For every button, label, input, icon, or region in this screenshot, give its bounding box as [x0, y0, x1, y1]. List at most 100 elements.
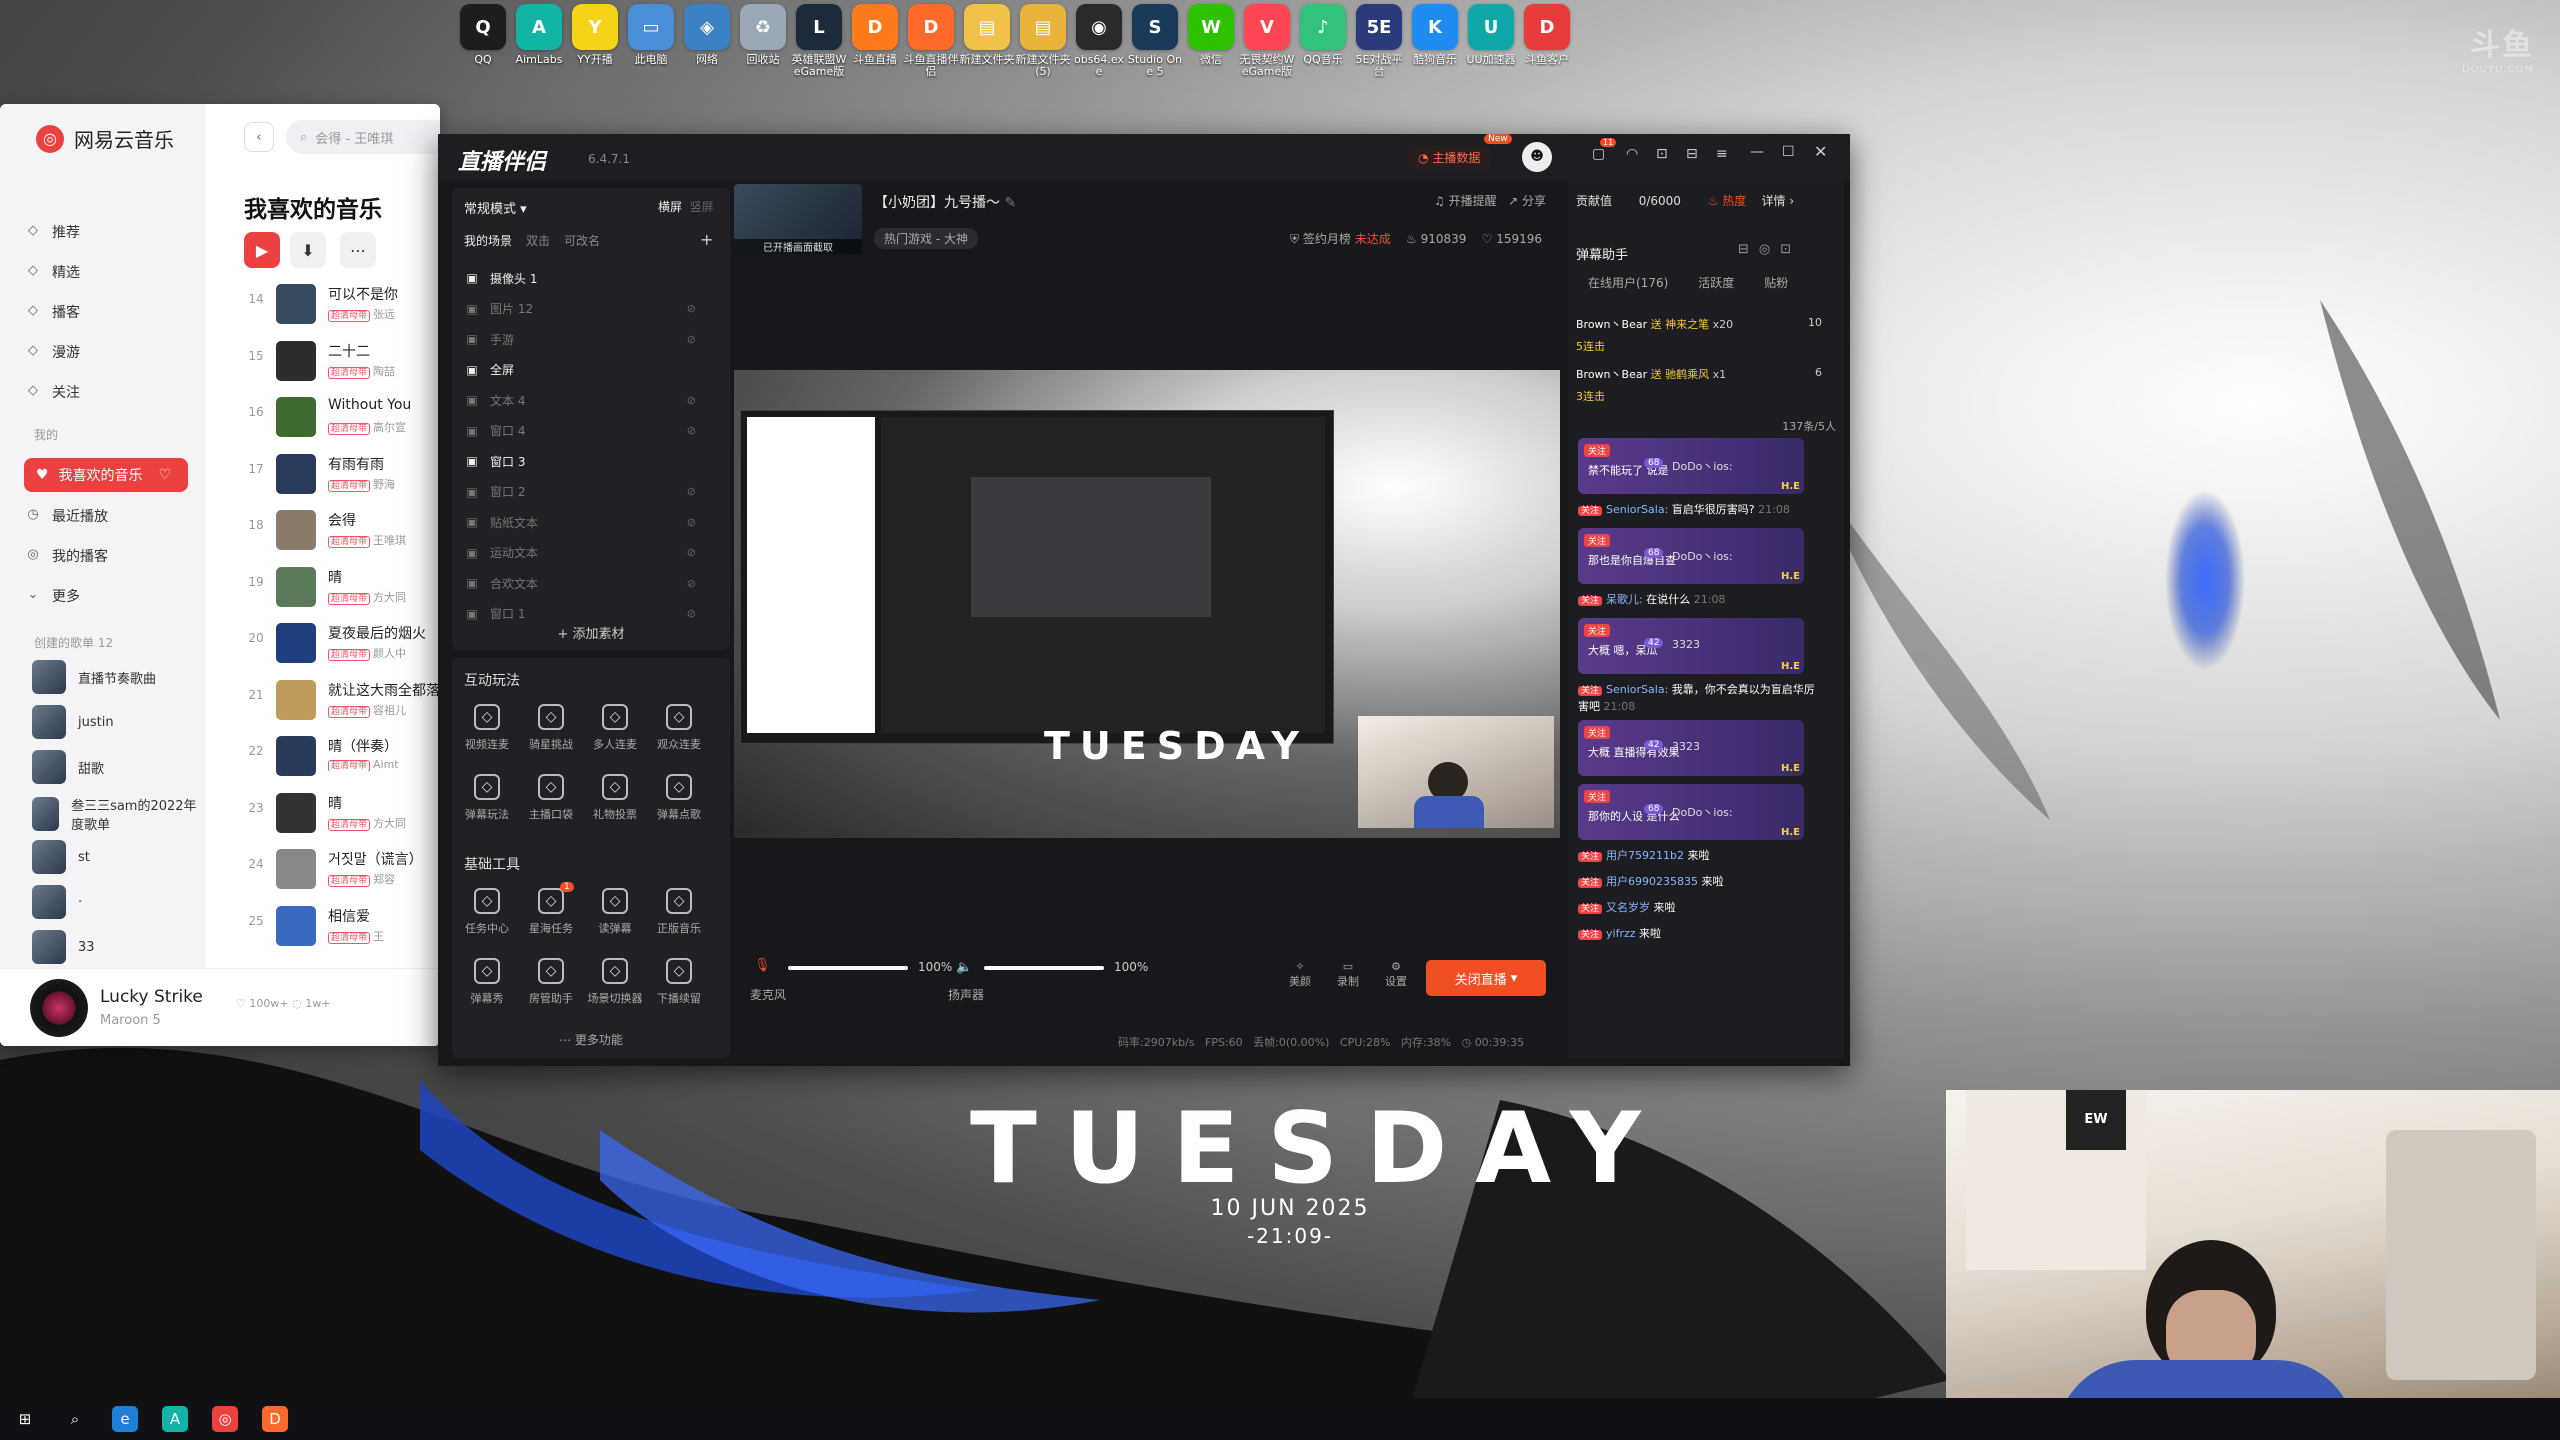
close-live-button[interactable]: 关闭直播 ▾ — [1426, 960, 1546, 996]
desktop-shortcut[interactable]: ◉ obs64.exe — [1071, 4, 1127, 78]
danmu-message[interactable]: 关注 呆歌儿: 在说什么 21:08 — [1578, 592, 1818, 609]
scene-source[interactable]: ▣ 摄像头 1 — [464, 264, 704, 292]
created-playlists-label[interactable]: 创建的歌单 12 — [34, 634, 113, 651]
desktop-shortcut[interactable]: D 斗鱼直播伴侣 — [903, 4, 959, 78]
danmu-card[interactable]: 关注 68 DoDo丶ios: 那也是你自爆自查 H.E — [1578, 528, 1804, 584]
scene-source[interactable]: ▣ 全屏 — [464, 356, 704, 384]
tool-button[interactable]: ◇ 读弹幕 — [584, 888, 646, 936]
danmu-message[interactable]: 关注 SeniorSala: 盲启华很厉害吗? 21:08 — [1578, 502, 1818, 519]
notification-icon[interactable]: ▢ — [1592, 146, 1605, 162]
desktop-shortcut[interactable]: ▤ 新建文件夹(5) — [1015, 4, 1071, 78]
scene-source[interactable]: ▣ 运动文本 ⊘ — [464, 539, 704, 567]
scene-source[interactable]: ▣ 文本 4 ⊘ — [464, 386, 704, 414]
song-row[interactable]: 24 거짓말（谎言） 超清母带 郑容 — [242, 845, 440, 895]
more-options-button[interactable]: ⋯ — [340, 232, 376, 268]
playlist-item[interactable]: 33 — [32, 930, 202, 964]
desktop-shortcut[interactable]: A AimLabs — [511, 4, 567, 78]
portrait-tab[interactable]: 竖屏 — [690, 200, 714, 214]
mode-select[interactable]: 常规模式 — [464, 202, 516, 217]
sidebar-item[interactable]: ◎ 我的播客 — [24, 546, 108, 566]
headset-icon[interactable]: ◠ — [1626, 146, 1638, 162]
desktop-shortcut[interactable]: U UU加速器 — [1463, 4, 1519, 78]
song-row[interactable]: 17 有雨有雨 超清母带 野海 — [242, 450, 440, 500]
desktop-shortcut[interactable]: S Studio One 5 — [1127, 4, 1183, 78]
eye-off-icon[interactable]: ⊘ — [687, 516, 696, 529]
scene-source[interactable]: ▣ 贴纸文本 ⊘ — [464, 508, 704, 536]
desktop-shortcut[interactable]: Y YY开播 — [567, 4, 623, 78]
song-row[interactable]: 20 夏夜最后的烟火 超清母带 颜人中 — [242, 619, 440, 669]
danmu-message[interactable]: 关注 又名岁岁 来啦 — [1578, 900, 1818, 917]
scene-source[interactable]: ▣ 窗口 4 ⊘ — [464, 417, 704, 445]
microphone-icon[interactable]: 🎙 — [754, 958, 771, 973]
danmu-card[interactable]: 关注 68 DoDo丶ios: 禁不能玩了 说是 H.E — [1578, 438, 1804, 494]
desktop-shortcut[interactable]: V 无畏契约WeGame版 — [1239, 4, 1295, 78]
tool-button[interactable]: ◇ 礼物投票 — [584, 774, 646, 822]
song-row[interactable]: 22 晴（伴奏） 超清母带 Aimt — [242, 732, 440, 782]
more-functions-button[interactable]: ⋯ 更多功能 — [452, 1031, 730, 1048]
skin-icon[interactable]: ⊟ — [1686, 146, 1698, 162]
close-button[interactable]: ✕ — [1814, 142, 1827, 161]
beauty-button[interactable]: ✧ 美颜 — [1280, 960, 1320, 989]
desktop-shortcut[interactable]: ▭ 此电脑 — [623, 4, 679, 78]
tab-my-scene[interactable]: 我的场景 — [464, 232, 512, 249]
tool-button[interactable]: ◇ 下播续留 — [648, 958, 710, 1006]
tool-button[interactable]: ◇ 骑星挑战 — [520, 704, 582, 752]
record-button[interactable]: ▭ 录制 — [1328, 960, 1368, 989]
edit-icon[interactable]: ✎ — [1004, 195, 1016, 211]
tool-button[interactable]: ◇ 星海任务 — [520, 888, 582, 936]
desktop-shortcut[interactable]: ♪ QQ音乐 — [1295, 4, 1351, 78]
speaker-volume-slider[interactable] — [984, 966, 1104, 970]
tool-button[interactable]: ◇ 主播口袋 — [520, 774, 582, 822]
room-title[interactable]: 【小奶团】九号播～ ✎ — [874, 192, 1016, 212]
sidebar-item[interactable]: ⌄ 更多 — [24, 586, 80, 606]
mic-volume-slider[interactable] — [788, 966, 908, 970]
now-playing-artist[interactable]: Maroon 5 — [100, 1013, 161, 1028]
eye-off-icon[interactable]: ⊘ — [687, 577, 696, 590]
detail-button[interactable]: 详情 — [1762, 194, 1786, 208]
aimlabs-taskbar-icon[interactable]: A — [162, 1406, 188, 1432]
song-row[interactable]: 18 会得 超清母带 王唯琪 — [242, 506, 440, 556]
song-row[interactable]: 14 可以不是你 超清母带 张远 — [242, 280, 440, 330]
sidebar-item[interactable]: ◇ 播客 — [24, 302, 80, 322]
now-playing-title[interactable]: Lucky Strike — [100, 987, 203, 1007]
tool-button[interactable]: ◇ 弹幕点歌 — [648, 774, 710, 822]
desktop-shortcut[interactable]: ▤ 新建文件夹 — [959, 4, 1015, 78]
sidebar-item[interactable]: ◇ 漫游 — [24, 342, 80, 362]
desktop-shortcut[interactable]: D 斗鱼客户 — [1519, 4, 1575, 78]
room-cover[interactable]: 已开播画面截取 — [734, 184, 862, 254]
song-row[interactable]: 25 相信爱 超清母带王 — [242, 902, 440, 952]
tab-activity[interactable]: 活跃度 — [1698, 274, 1734, 291]
danmu-message[interactable]: 关注 SeniorSala: 我靠，你不会真以为盲启华厉害吧 21:08 — [1578, 682, 1818, 715]
eye-off-icon[interactable]: ⊘ — [687, 546, 696, 559]
playlist-item[interactable]: 叁三三sam的2022年度歌单 — [32, 795, 202, 833]
back-button[interactable]: ‹ — [244, 122, 274, 152]
edge-icon[interactable]: e — [112, 1406, 138, 1432]
tool-button[interactable]: ◇ 弹幕玩法 — [456, 774, 518, 822]
playlist-item[interactable]: st — [32, 840, 202, 874]
eye-off-icon[interactable]: ⊘ — [687, 333, 696, 346]
scene-source[interactable]: ▣ 窗口 3 — [464, 447, 704, 475]
douyu-taskbar-icon[interactable]: D — [262, 1406, 288, 1432]
song-row[interactable]: 23 晴超清母带 方大同 — [242, 789, 440, 839]
desktop-shortcut[interactable]: ◈ 网络 — [679, 4, 735, 78]
danmu-card[interactable]: 关注 42 3323 大概 直播得有效果 H.E — [1578, 720, 1804, 776]
song-row[interactable]: 21 就让这大雨全都落下超清母带容祖儿 — [242, 676, 440, 726]
sidebar-item[interactable]: ◇ 关注 — [24, 382, 80, 402]
stream-preview[interactable]: TUESDAY — [734, 370, 1560, 838]
menu-icon[interactable]: ≡ — [1716, 146, 1728, 162]
tool-button[interactable]: ◇ 观众连麦 — [648, 704, 710, 752]
danmu-message[interactable]: 关注 用户6990235835 来啦 — [1578, 874, 1818, 891]
danmu-message[interactable]: 关注 用户759211b2 来啦 — [1578, 848, 1818, 865]
feedback-icon[interactable]: ⊡ — [1656, 146, 1668, 162]
room-category[interactable]: 热门游戏 - 大神 — [874, 228, 978, 249]
settings-button[interactable]: ⚙ 设置 — [1376, 960, 1416, 989]
eye-off-icon[interactable]: ⊘ — [687, 394, 696, 407]
desktop-shortcut[interactable]: Q QQ — [455, 4, 511, 78]
tool-button[interactable]: ◇ 任务中心 — [456, 888, 518, 936]
tool-button[interactable]: ◇ 弹幕秀 — [456, 958, 518, 1006]
live-reminder-button[interactable]: 开播提醒 — [1449, 194, 1497, 208]
danmu-tool-icons[interactable]: ⊟◎⊡ — [1738, 242, 1801, 257]
song-row[interactable]: 16 Without You 超清母带 高尔宣 — [242, 393, 440, 443]
sign-monthly-label[interactable]: 签约月榜 — [1303, 232, 1351, 246]
eye-off-icon[interactable]: ⊘ — [687, 607, 696, 620]
